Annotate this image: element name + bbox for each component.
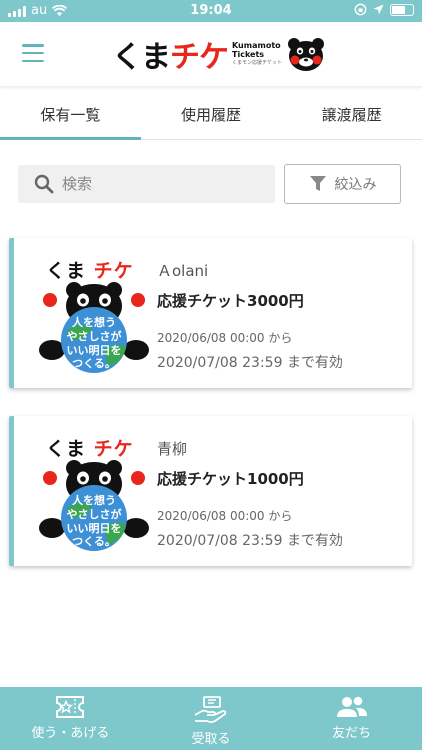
globe-text-line-1: 人を想う	[72, 493, 116, 507]
bottom-nav: 使う・あげる 受取る 友だち	[0, 687, 422, 750]
tab-owned-list[interactable]: 保有一覧	[0, 86, 141, 140]
globe-text-line-4: つくる。	[72, 357, 116, 370]
app-logo: くま チケ Kumamoto Tickets くまモン応援チケット	[112, 34, 326, 75]
battery-icon	[390, 3, 414, 16]
ticket-issuer: Ａolani	[157, 262, 209, 280]
thumb-title-chike: チケ	[93, 260, 134, 282]
orientation-lock-icon	[354, 3, 367, 16]
ticket-valid-from: 2020/06/08 00:00 から	[157, 331, 293, 345]
ticket-name: 応援チケット3000円	[157, 292, 304, 310]
kumamon-globe-image: 人を想う やさしさが いい明日を つくる。	[39, 282, 149, 373]
tab-transfer-history[interactable]: 譲渡履歴	[281, 86, 422, 139]
ticket-card[interactable]: くま チケ 人を想う やさしさが いい明日を つくる。 青柳 応援チケット100…	[9, 416, 412, 566]
ticket-thumbnail: くま チケ 人を想う やさしさが いい明日を つくる。	[38, 432, 150, 554]
globe-text-line-3: いい明日を	[67, 344, 122, 357]
ticket-valid-until: 2020/07/08 23:59 まで有効	[157, 355, 343, 371]
receive-hand-icon	[194, 696, 227, 723]
search-icon	[34, 174, 54, 194]
menu-icon[interactable]	[22, 44, 44, 62]
tab-usage-history[interactable]: 使用履歴	[141, 86, 282, 139]
ticket-valid-from: 2020/06/08 00:00 から	[157, 509, 293, 523]
logo-subtitle: Kumamoto Tickets くまモン応援チケット	[232, 41, 282, 68]
nav-friends-label: 友だち	[332, 726, 372, 741]
ticket-name: 応援チケット1000円	[157, 470, 304, 488]
logo-text-kuma: くま	[112, 40, 171, 75]
search-input[interactable]	[62, 175, 252, 193]
logo-text-chike: チケ	[170, 40, 229, 75]
ticket-card[interactable]: くま チケ 人を想う やさしさが いい明日を つくる。 Ａolani 応援チケッ…	[9, 238, 412, 388]
thumb-title-kuma: くま	[46, 260, 87, 282]
globe-text-line-1: 人を想う	[72, 315, 116, 329]
nav-use-give[interactable]: 使う・あげる	[0, 687, 141, 750]
filter-label: 絞込み	[334, 177, 377, 193]
kumamon-globe-image: 人を想う やさしさが いい明日を つくる。	[39, 460, 149, 551]
ticket-star-icon	[56, 696, 85, 718]
tab-bar: 保有一覧 使用履歴 譲渡履歴	[0, 86, 422, 140]
location-icon	[373, 4, 384, 15]
nav-friends[interactable]: 友だち	[281, 687, 422, 750]
kumamon-logo-icon	[288, 38, 325, 71]
globe-text-line-3: いい明日を	[67, 522, 122, 535]
filter-funnel-icon	[309, 176, 326, 191]
logo-sub-tickets: Tickets	[232, 49, 265, 59]
search-box	[18, 165, 275, 203]
thumb-title: くま チケ	[46, 434, 134, 461]
filter-button[interactable]: 絞込み	[284, 164, 401, 204]
thumb-title-kuma: くま	[46, 438, 87, 460]
logo-sub-kumamoto: Kumamoto	[232, 40, 281, 50]
nav-receive[interactable]: 受取る	[141, 687, 282, 750]
globe-text-line-2: やさしさが	[67, 507, 122, 521]
ticket-thumbnail: くま チケ 人を想う やさしさが いい明日を つくる。	[38, 254, 150, 376]
ticket-issuer: 青柳	[157, 440, 188, 458]
thumb-title-chike: チケ	[93, 438, 134, 460]
nav-receive-label: 受取る	[191, 732, 231, 747]
status-bar: au 19:04	[0, 0, 422, 22]
friends-icon	[336, 696, 367, 717]
app-header: くま チケ Kumamoto Tickets くまモン応援チケット	[0, 22, 422, 86]
nav-use-give-label: 使う・あげる	[31, 726, 110, 741]
globe-text-line-2: やさしさが	[67, 329, 122, 343]
globe-text-line-4: つくる。	[72, 535, 116, 548]
ticket-valid-until: 2020/07/08 23:59 まで有効	[157, 533, 343, 549]
thumb-title: くま チケ	[46, 256, 134, 283]
logo-sub-tiny: くまモン応援チケット	[232, 59, 283, 66]
